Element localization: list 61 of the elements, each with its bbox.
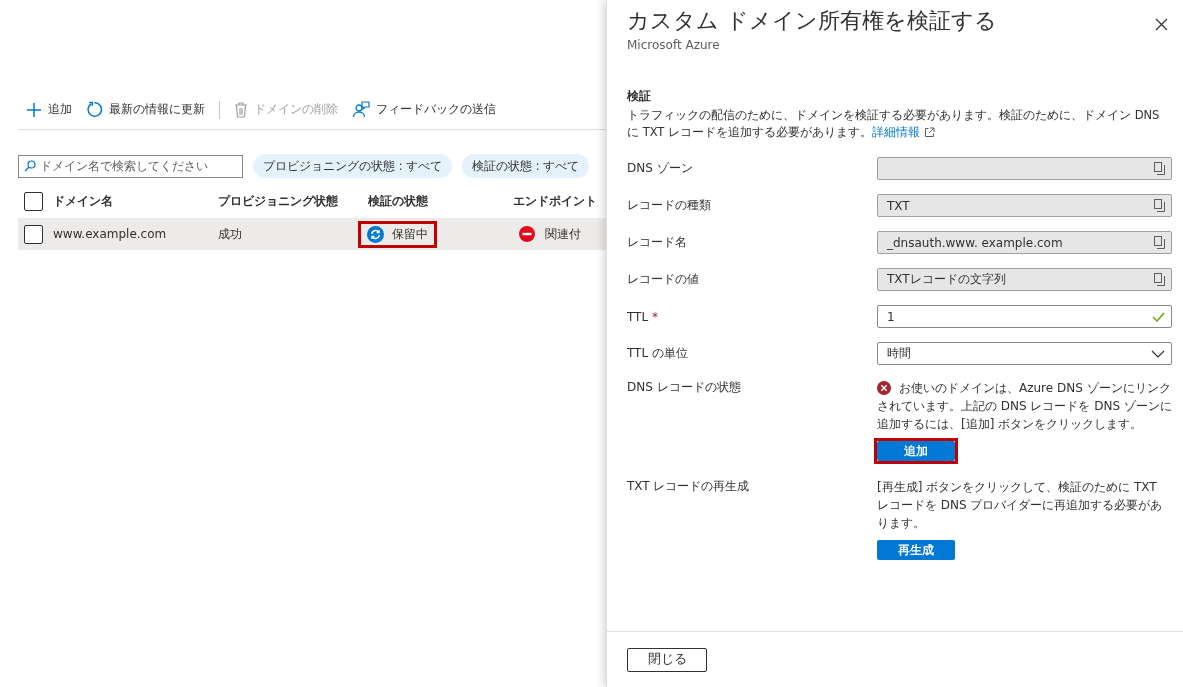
status-message: [再生成] ボタンをクリックして、検証のために TXT レコードを DNS プロバイダーに再追加する必要があります。 xyxy=(877,479,1164,532)
dropdown[interactable]: 時間 xyxy=(877,342,1172,365)
field-value: _dnsauth.www. example.com xyxy=(887,235,1063,250)
field-value: TXT xyxy=(887,198,910,213)
field-label: DNS レコードの状態 xyxy=(627,380,741,394)
learn-more-link[interactable]: 詳細情報 xyxy=(872,124,936,141)
table-cell-text: 成功 xyxy=(218,225,243,243)
input-field[interactable] xyxy=(877,157,1172,180)
column-header: プロビジョニング状態 xyxy=(218,192,339,210)
close-button[interactable]: 閉じる xyxy=(627,647,707,672)
field-label: レコードの種類 xyxy=(627,198,711,212)
copy-icon[interactable] xyxy=(1154,199,1165,212)
copy-icon[interactable] xyxy=(1154,236,1165,249)
toolbar-button[interactable]: 追加 xyxy=(26,101,72,118)
column-header: ドメイン名 xyxy=(53,192,113,210)
error-icon xyxy=(877,381,891,395)
external-link-icon xyxy=(924,127,936,138)
checkbox[interactable] xyxy=(24,224,43,244)
field-value: 1 xyxy=(887,309,895,324)
panel-subtitle: Microsoft Azure xyxy=(627,38,721,52)
input-field[interactable]: _dnsauth.www. example.com xyxy=(877,231,1172,254)
table-cell: www.example.com xyxy=(53,227,167,241)
primary-button[interactable]: 再生成 xyxy=(877,540,955,560)
filter-pill[interactable]: 検証の状態 : すべて xyxy=(462,154,590,178)
status-message: お使いのドメインは、Azure DNS ゾーンにリンクされています。上記の DNS レコードを DNS ゾーンに追加するには、[追加] ボタンをクリックします。 xyxy=(877,380,1172,433)
input-field[interactable]: 1 xyxy=(877,305,1172,328)
description: トラフィックの配信のために、ドメインを検証する必要があります。検証のために、ドメイン DNS に TXT レコードを追加する必要があります。詳細情報 xyxy=(627,107,1161,141)
filter-pill[interactable]: プロビジョニングの状態 : すべて xyxy=(253,154,453,178)
field-label: TTL xyxy=(627,309,649,324)
field-label: TTL の単位 xyxy=(627,346,688,360)
trash-icon xyxy=(234,101,248,118)
field-label: レコードの値 xyxy=(627,272,699,286)
toolbar-button[interactable]: 最新の情報に更新 xyxy=(86,101,205,118)
panel-title: カスタム ドメイン所有権を検証する xyxy=(627,7,997,35)
input-field[interactable]: TXTレコードの文字列 xyxy=(877,268,1172,291)
copy-icon[interactable] xyxy=(1154,162,1165,175)
status-text: 保留中 xyxy=(392,225,428,243)
toolbar-button[interactable]: フィードバックの送信 xyxy=(352,101,496,118)
column-header: 検証の状態 xyxy=(368,192,429,210)
copy-icon[interactable] xyxy=(1154,273,1165,286)
column-header: エンドポイント xyxy=(513,192,598,210)
plus-icon xyxy=(26,101,42,118)
field-value: TXTレコードの文字列 xyxy=(887,272,1006,286)
search-icon xyxy=(24,160,36,172)
field-label: TXT レコードの再生成 xyxy=(627,479,750,493)
checkbox[interactable] xyxy=(24,191,43,211)
sync-icon xyxy=(367,225,384,243)
feedback-icon xyxy=(352,101,370,118)
blocked-icon xyxy=(519,226,535,242)
section-heading: 検証 xyxy=(627,88,652,105)
input-field[interactable]: TXT xyxy=(877,194,1172,217)
chevron-down-icon xyxy=(1151,349,1165,358)
field-value: 時間 xyxy=(887,346,911,360)
table-cell: 関連付 xyxy=(545,225,581,243)
refresh-icon xyxy=(86,101,103,118)
search-field[interactable]: ドメイン名で検索してください xyxy=(18,154,243,178)
close-icon xyxy=(1155,18,1168,31)
field-label: レコード名 xyxy=(627,235,687,249)
field-label: DNS ゾーン xyxy=(627,161,693,175)
primary-button[interactable]: 追加 xyxy=(877,441,955,461)
required-mark: * xyxy=(650,309,658,324)
